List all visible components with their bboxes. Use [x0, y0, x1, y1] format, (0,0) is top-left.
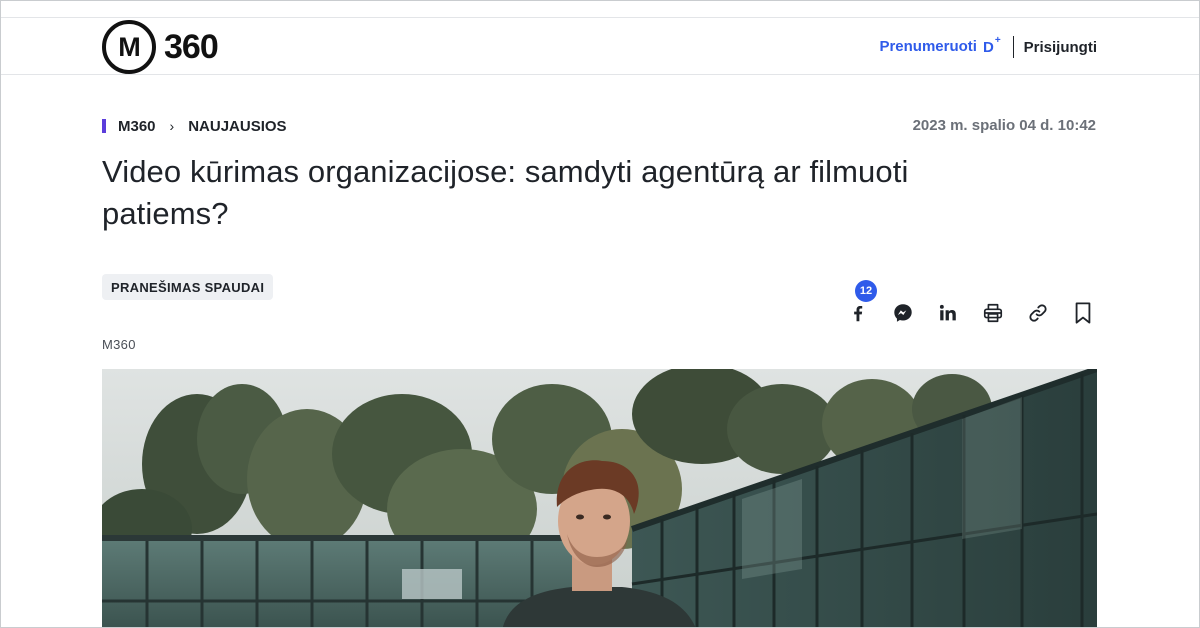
subscribe-brand: D+ [982, 35, 1001, 56]
link-icon [1029, 304, 1047, 322]
facebook-icon [854, 305, 863, 322]
print-icon [983, 303, 1003, 323]
article-author: M360 [102, 337, 136, 352]
breadcrumb: M360 › NAUJAUSIOS [102, 116, 287, 136]
site-logo[interactable]: M 360 [102, 19, 219, 75]
login-link[interactable]: Prisijungti [1024, 39, 1097, 56]
breadcrumb-separator: › [169, 118, 175, 134]
linkedin-share-button[interactable] [932, 297, 964, 329]
logo-mark: M [102, 20, 156, 74]
subscribe-brand-plus: + [994, 35, 1001, 46]
breadcrumb-item-naujausios[interactable]: NAUJAUSIOS [188, 118, 286, 135]
facebook-share-button[interactable]: 12 [842, 280, 877, 329]
share-bar: 12 [829, 280, 1099, 329]
copy-link-button[interactable] [1022, 297, 1054, 329]
article-title: Video kūrimas organizacijose: samdyti ag… [102, 154, 909, 231]
site-header: M 360 Prenumeruoti D+ Prisijungti [1, 17, 1199, 75]
page-frame: M 360 Prenumeruoti D+ Prisijungti M360 ›… [0, 0, 1200, 628]
low-glass-building [102, 535, 572, 627]
article-date: 2023 m. spalio 04 d. 10:42 [912, 117, 1096, 134]
hero-photo [102, 369, 1097, 627]
subscribe-link[interactable]: Prenumeruoti D+ [879, 35, 1001, 56]
logo-text: 360 [164, 27, 219, 66]
breadcrumb-marker [102, 119, 106, 133]
header-divider [1012, 36, 1014, 58]
bookmark-button[interactable] [1067, 297, 1099, 329]
facebook-share-count: 12 [855, 280, 877, 302]
messenger-icon [894, 304, 912, 322]
messenger-share-button[interactable] [887, 297, 919, 329]
linkedin-icon [939, 304, 956, 321]
breadcrumb-item-m360[interactable]: M360 [118, 118, 156, 135]
bookmark-icon [1075, 302, 1091, 324]
print-button[interactable] [977, 297, 1009, 329]
article-tag[interactable]: PRANEŠIMAS SPAUDAI [102, 274, 274, 300]
subscribe-label: Prenumeruoti [879, 38, 977, 55]
article-hero-image [102, 369, 1097, 627]
header-actions: Prenumeruoti D+ Prisijungti [879, 35, 1097, 59]
subscribe-brand-letter: D [982, 39, 994, 56]
